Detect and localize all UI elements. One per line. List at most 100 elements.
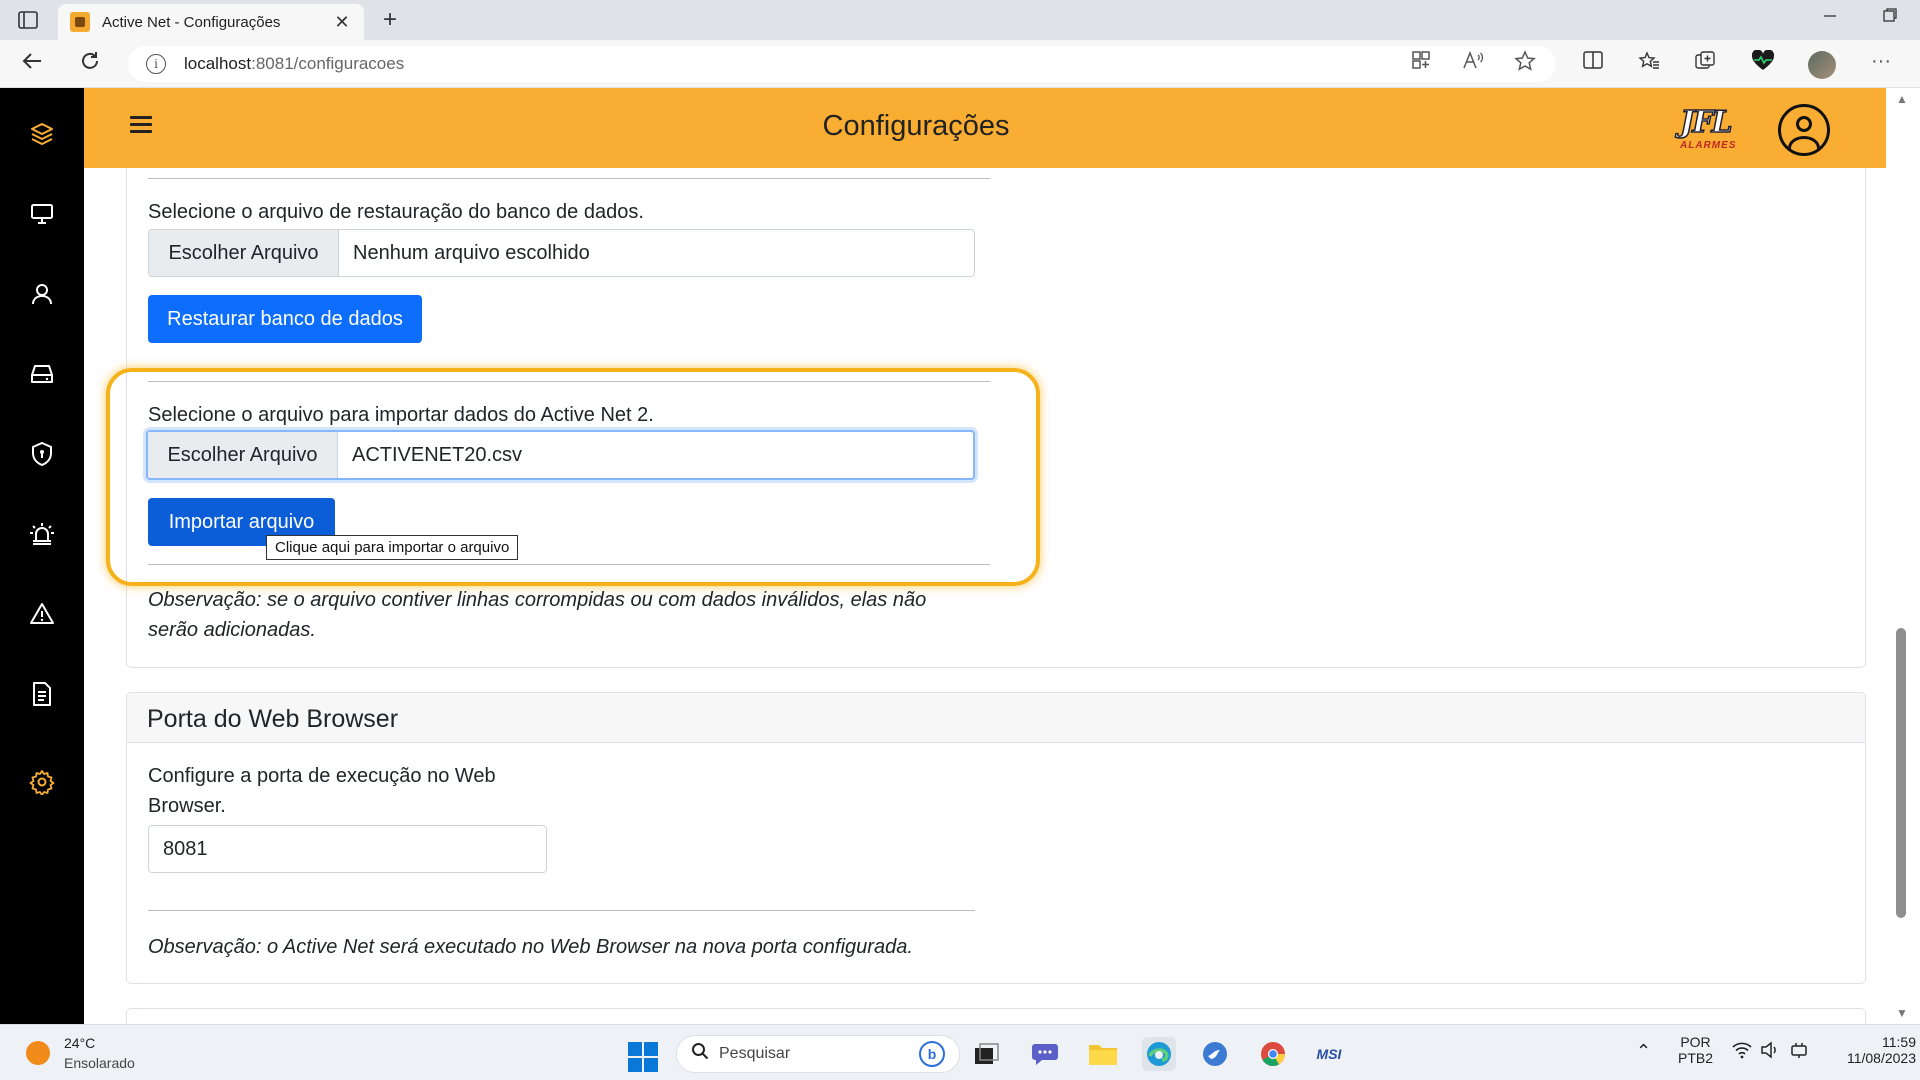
account-icon[interactable] [1778,104,1830,156]
logo-mark: JFL [1679,105,1733,141]
import-note-line-2: serão adicionadas. [148,619,316,641]
import-file-input[interactable]: Escolher Arquivo ACTIVENET20.csv [146,430,975,480]
power-plug-icon[interactable] [1788,1041,1810,1062]
msi-app-icon[interactable]: MSI [1312,1037,1346,1071]
volume-icon[interactable] [1760,1041,1780,1062]
web-port-input[interactable]: 8081 [148,825,547,873]
divider [148,178,990,179]
restore-choose-file-button[interactable]: Escolher Arquivo [149,230,339,276]
import-file-name: ACTIVENET20.csv [352,443,523,466]
document-icon [33,682,51,706]
back-icon[interactable] [16,50,48,78]
web-port-note: Observação: o Active Net será executado … [148,936,913,958]
language-code: POR [1680,1034,1711,1050]
heart-monitor-extension-icon[interactable] [1748,49,1778,78]
reload-icon[interactable] [74,50,106,78]
sidebar-item-devices[interactable] [0,350,84,398]
search-icon [691,1042,709,1066]
favorites-icon[interactable] [1634,50,1664,78]
sidebar-item-security[interactable] [0,430,84,478]
tray-chevron-icon[interactable]: ⌃ [1636,1041,1651,1062]
language-indicator[interactable]: POR PTB2 [1678,1034,1713,1066]
sidebar-item-settings[interactable] [0,758,84,806]
keyboard-layout: PTB2 [1678,1050,1714,1066]
tab-close-icon[interactable]: ✕ [332,12,352,33]
settings-content: Selecione o arquivo de restauração do ba… [84,168,1886,1024]
split-screen-icon[interactable] [1578,50,1608,76]
teams-chat-icon[interactable] [1028,1037,1062,1071]
import-label: Selecione o arquivo para importar dados … [148,404,654,426]
more-options-icon[interactable]: ··· [1866,50,1896,73]
tab-actions-icon[interactable] [14,8,42,32]
next-card [126,1008,1866,1024]
web-port-label: Configure a porta de execução no Web Bro… [148,761,496,821]
sidebar-item-warnings[interactable] [0,590,84,638]
tab-title: Active Net - Configurações [102,13,281,31]
sidebar-item-reports[interactable] [0,670,84,718]
restore-file-name: Nenhum arquivo escolhido [353,241,590,264]
warning-icon [30,603,54,624]
app-header: Configurações JFL ALARMES [84,88,1886,168]
taskbar: 24°C Ensolarado Pesquisar b MSI ⌃ POR PT… [0,1024,1920,1080]
scroll-thumb[interactable] [1896,628,1906,918]
restore-file-input[interactable]: Escolher Arquivo Nenhum arquivo escolhid… [148,229,975,277]
file-explorer-icon[interactable] [1086,1037,1120,1071]
logo-subtitle: ALARMES [1680,140,1737,151]
restore-window-icon[interactable] [1870,6,1910,27]
weather-description[interactable]: Ensolarado [64,1055,135,1071]
weather-temperature[interactable]: 24°C [64,1035,95,1051]
divider [148,910,975,911]
browser-tab[interactable]: Active Net - Configurações ✕ [58,4,364,40]
import-note-line-1: Observação: se o arquivo contiver linhas… [148,589,927,611]
clock-date: 11/08/2023 [1846,1050,1916,1066]
sidebar-item-monitor[interactable] [0,190,84,238]
taskbar-search[interactable]: Pesquisar b [676,1035,960,1073]
import-tooltip: Clique aqui para importar o arquivo [266,535,519,560]
read-aloud-icon[interactable] [1458,50,1488,76]
monitor-icon [31,204,53,224]
clock[interactable]: 11:59 11/08/2023 [1836,1034,1916,1066]
user-icon [32,284,52,305]
edge-browser-icon[interactable] [1142,1037,1176,1071]
sidebar-item-alarms[interactable] [0,510,84,558]
favorite-star-icon[interactable] [1510,50,1540,78]
sidebar-item-users[interactable] [0,270,84,318]
profile-avatar[interactable] [1808,51,1836,79]
task-view-icon[interactable] [970,1037,1004,1071]
scroll-down-icon[interactable]: ▼ [1896,1006,1908,1020]
collections-icon[interactable] [1690,50,1720,78]
new-tab-button[interactable]: + [376,6,404,34]
app-bird-icon[interactable] [1198,1037,1232,1071]
page-title: Configurações [822,110,1010,142]
minimize-icon[interactable] [1810,6,1850,27]
restore-database-button[interactable]: Restaurar banco de dados [148,295,422,343]
jfl-logo: JFL ALARMES [1679,105,1760,158]
shield-icon [32,441,52,467]
siren-icon [30,523,54,545]
import-choose-file-button[interactable]: Escolher Arquivo [148,432,338,478]
divider [148,381,990,382]
gear-icon [29,770,55,795]
restore-label: Selecione o arquivo de restauração do ba… [148,201,644,223]
chrome-icon[interactable] [1256,1037,1290,1071]
scroll-up-icon[interactable]: ▲ [1896,92,1908,106]
web-port-label-line-1: Configure a porta de execução no Web [148,765,496,787]
sun-icon[interactable] [26,1041,50,1065]
layers-icon [31,123,53,145]
url-host: localhost [184,54,252,73]
page-scrollbar[interactable]: ▲ ▼ [1886,88,1920,1024]
search-placeholder: Pesquisar [719,1045,791,1062]
app-favicon-icon [70,12,90,32]
browser-titlebar: Active Net - Configurações ✕ + [0,0,1920,40]
import-note: Observação: se o arquivo contiver linhas… [148,585,926,645]
wifi-icon[interactable] [1732,1041,1752,1062]
sidebar-item-layers[interactable] [0,110,84,158]
bing-icon[interactable]: b [919,1041,945,1067]
browser-toolbar: i localhost :8081/configuracoes ··· [0,40,1920,88]
site-info-icon[interactable]: i [146,54,166,74]
web-port-card-header: Porta do Web Browser [127,693,1865,743]
windows-start-icon[interactable] [628,1042,658,1072]
address-bar[interactable]: i localhost :8081/configuracoes [128,46,1556,82]
app-available-icon[interactable] [1406,50,1436,76]
clock-time: 11:59 [1882,1034,1916,1050]
